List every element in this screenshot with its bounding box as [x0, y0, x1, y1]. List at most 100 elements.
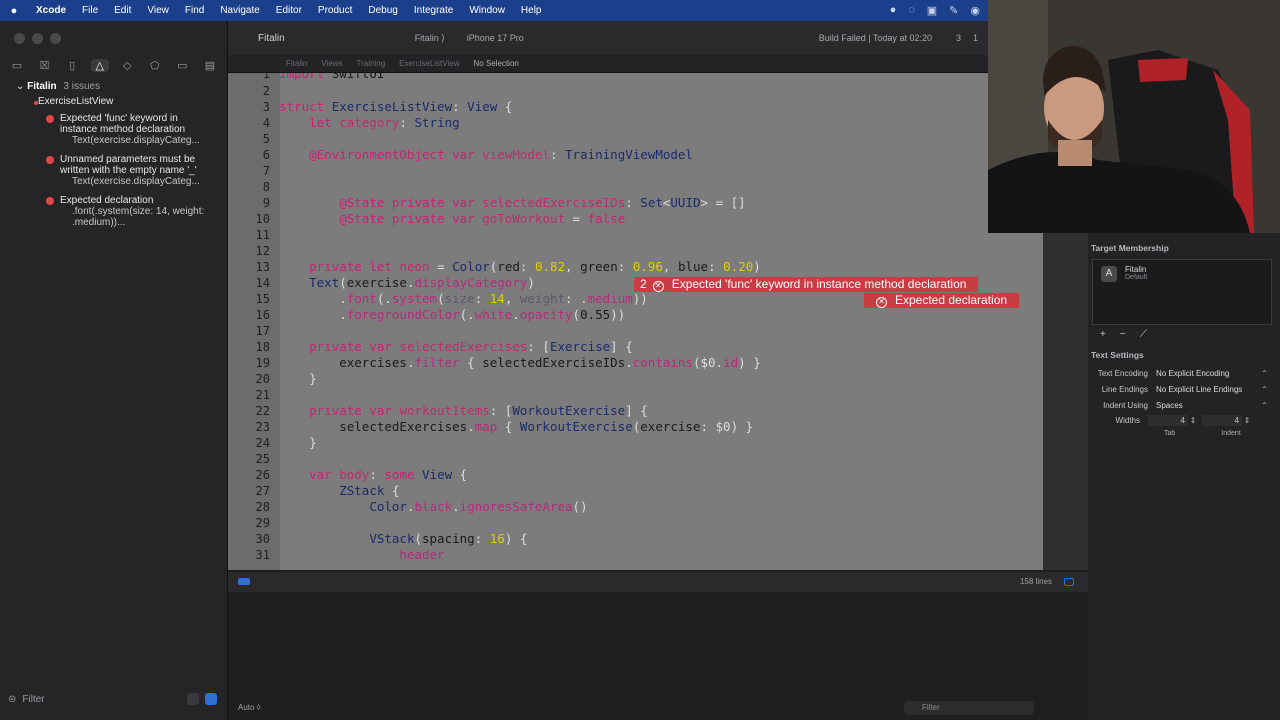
- menu-item-edit[interactable]: Edit: [106, 5, 139, 16]
- issue-item[interactable]: Expected declaration .font(.system(size:…: [0, 191, 227, 232]
- code-line: 26 var body: some View {: [255, 467, 468, 482]
- breadcrumb-folder[interactable]: Views: [321, 59, 342, 68]
- tab-width-field[interactable]: 4: [1148, 415, 1188, 426]
- menu-item-navigate[interactable]: Navigate: [212, 5, 267, 16]
- menu-item-help[interactable]: Help: [513, 5, 550, 16]
- app-target-icon: A: [1101, 266, 1117, 282]
- issue-root-row[interactable]: ⌄ Fitalin 3 issues: [0, 79, 227, 94]
- bookmark-icon[interactable]: ▯: [63, 59, 81, 72]
- device-selector[interactable]: iPhone 17 Pro: [467, 33, 524, 43]
- code-line: 31 header: [255, 547, 445, 562]
- target-subtitle: Default: [1125, 274, 1148, 281]
- code-line: 10 @State private var goToWorkout = fals…: [255, 211, 626, 226]
- issue-title: Expected 'func' keyword in instance meth…: [60, 113, 186, 135]
- issue-counts: 3 1: [956, 33, 978, 43]
- issue-detail: .font(.system(size: 14, weight: .medium)…: [72, 206, 205, 228]
- code-line: 21: [255, 388, 270, 402]
- menu-item-view[interactable]: View: [139, 5, 177, 16]
- menu-item-product[interactable]: Product: [310, 5, 360, 16]
- window-toolbar: Fitalin Fitalin ⟩ iPhone 17 Pro Build Fa…: [228, 21, 988, 55]
- inline-error-bubble[interactable]: 2 ✕ Expected 'func' keyword in instance me…: [634, 277, 979, 292]
- code-line: 22 private var workoutItems: [WorkoutExe…: [255, 403, 648, 418]
- warning-count-badge[interactable]: 1: [973, 33, 978, 43]
- issue-detail: Text(exercise.displayCateg...: [72, 176, 200, 187]
- project-navigator-icon[interactable]: ▭: [8, 59, 26, 72]
- status-wifi-icon[interactable]: ◉: [970, 4, 980, 17]
- filter-clock-icon[interactable]: [187, 693, 199, 705]
- code-line: 20 }: [255, 371, 317, 386]
- line-endings-label: Line Endings: [1101, 385, 1148, 394]
- navigator-filter-input[interactable]: Filter: [22, 694, 181, 705]
- disclosure-icon[interactable]: ⌄: [16, 81, 27, 92]
- test-navigator-icon[interactable]: ◇: [118, 59, 136, 72]
- scheme-selector[interactable]: Fitalin ⟩: [415, 33, 445, 44]
- minimize-window-button[interactable]: [32, 33, 43, 44]
- source-editor[interactable]: 1 import SwiftUI 2 3 struct ExerciseListVi…: [228, 73, 1043, 570]
- indent-width-field[interactable]: 4: [1202, 415, 1242, 426]
- filter-issues-icon[interactable]: [205, 693, 217, 705]
- error-icon: ✕: [652, 281, 664, 292]
- menu-item-xcode[interactable]: Xcode: [28, 5, 74, 16]
- menu-item-find[interactable]: Find: [177, 5, 212, 16]
- error-message: Expected 'func' keyword in instance meth…: [671, 277, 967, 291]
- issue-count: 3 issues: [63, 81, 101, 92]
- target-membership-tools: + − ⟋: [1100, 329, 1272, 340]
- console-filter-input[interactable]: Filter: [904, 701, 1034, 715]
- issue-item[interactable]: Unnamed parameters must be written with …: [0, 150, 227, 191]
- issue-title: Unnamed parameters must be written with …: [60, 154, 197, 176]
- code-line: 18 private var selectedExercises: [Exerc…: [255, 339, 633, 354]
- line-endings-select[interactable]: No Explicit Line Endings: [1152, 384, 1270, 396]
- widths-sublabels: Tab Indent: [1088, 430, 1280, 437]
- line-count: 158 lines: [1019, 577, 1052, 586]
- tab-width-stepper[interactable]: ⇕: [1188, 416, 1198, 425]
- filter-options-icon[interactable]: ⊜: [8, 694, 16, 705]
- breadcrumb-subfolder[interactable]: Training: [357, 59, 386, 68]
- status-pen-icon[interactable]: ✎: [949, 4, 958, 17]
- indent-using-select[interactable]: Spaces: [1152, 400, 1270, 412]
- breadcrumb-file[interactable]: ExerciseListView: [399, 59, 459, 68]
- debug-console[interactable]: Auto ◊ Filter: [228, 592, 1088, 720]
- code-line: 16 .foregroundColor(.white.opacity(0.55)…: [255, 307, 626, 322]
- report-navigator-icon[interactable]: ▤: [201, 59, 219, 72]
- issue-item[interactable]: Expected 'func' keyword in instance meth…: [0, 109, 227, 150]
- status-dot-icon[interactable]: ●: [890, 4, 897, 17]
- code-line: 6 @EnvironmentObject var viewModel: Trai…: [262, 147, 693, 162]
- error-count-badge[interactable]: 3: [956, 33, 961, 43]
- issue-navigator-icon[interactable]: △: [90, 58, 109, 72]
- breadcrumb-selection[interactable]: No Selection: [473, 59, 518, 68]
- window-controls: [14, 33, 61, 44]
- status-sync-icon[interactable]: ◌: [908, 4, 915, 17]
- tab-sublabel: Tab: [1164, 430, 1176, 437]
- apple-menu-icon[interactable]: ●: [0, 5, 28, 17]
- variables-scope-selector[interactable]: Auto ◊: [238, 703, 261, 712]
- menu-item-editor[interactable]: Editor: [268, 5, 310, 16]
- navigator-filter-bar: ⊜ Filter: [8, 690, 217, 708]
- inline-error-bubble[interactable]: ✕ Expected declaration: [864, 293, 1020, 308]
- edit-target-button[interactable]: ⟋: [1140, 329, 1147, 340]
- breakpoint-navigator-icon[interactable]: ▭: [173, 59, 191, 72]
- menu-item-integrate[interactable]: Integrate: [406, 5, 461, 16]
- webcam-overlay: [988, 0, 1280, 233]
- zoom-window-button[interactable]: [50, 33, 61, 44]
- close-window-button[interactable]: [14, 33, 25, 44]
- toggle-console-icon[interactable]: [1064, 578, 1074, 586]
- add-target-button[interactable]: +: [1100, 329, 1106, 340]
- indent-width-stepper[interactable]: ⇕: [1242, 416, 1252, 425]
- debug-navigator-icon[interactable]: ⬠: [146, 59, 164, 72]
- indent-using-row: Indent Using Spaces: [1088, 398, 1280, 413]
- menu-item-file[interactable]: File: [74, 5, 106, 16]
- code-line: 28 Color.black.ignoresSafeArea(): [255, 499, 588, 514]
- breadcrumb-project[interactable]: Fitalin: [286, 59, 307, 68]
- text-encoding-label: Text Encoding: [1097, 369, 1148, 378]
- source-control-icon[interactable]: ☒: [36, 59, 54, 72]
- issue-file-row[interactable]: ExerciseListView: [0, 94, 227, 109]
- target-name[interactable]: Fitalin: [1125, 265, 1146, 274]
- remove-target-button[interactable]: −: [1120, 329, 1126, 340]
- menu-item-debug[interactable]: Debug: [360, 5, 405, 16]
- code-line: 8: [262, 180, 270, 194]
- status-screen-icon[interactable]: ▣: [927, 4, 937, 17]
- hide-debug-area-icon[interactable]: [238, 578, 250, 585]
- menu-item-window[interactable]: Window: [461, 5, 513, 16]
- text-encoding-select[interactable]: No Explicit Encoding: [1152, 368, 1270, 380]
- code-line: 4 let category: String: [262, 115, 460, 130]
